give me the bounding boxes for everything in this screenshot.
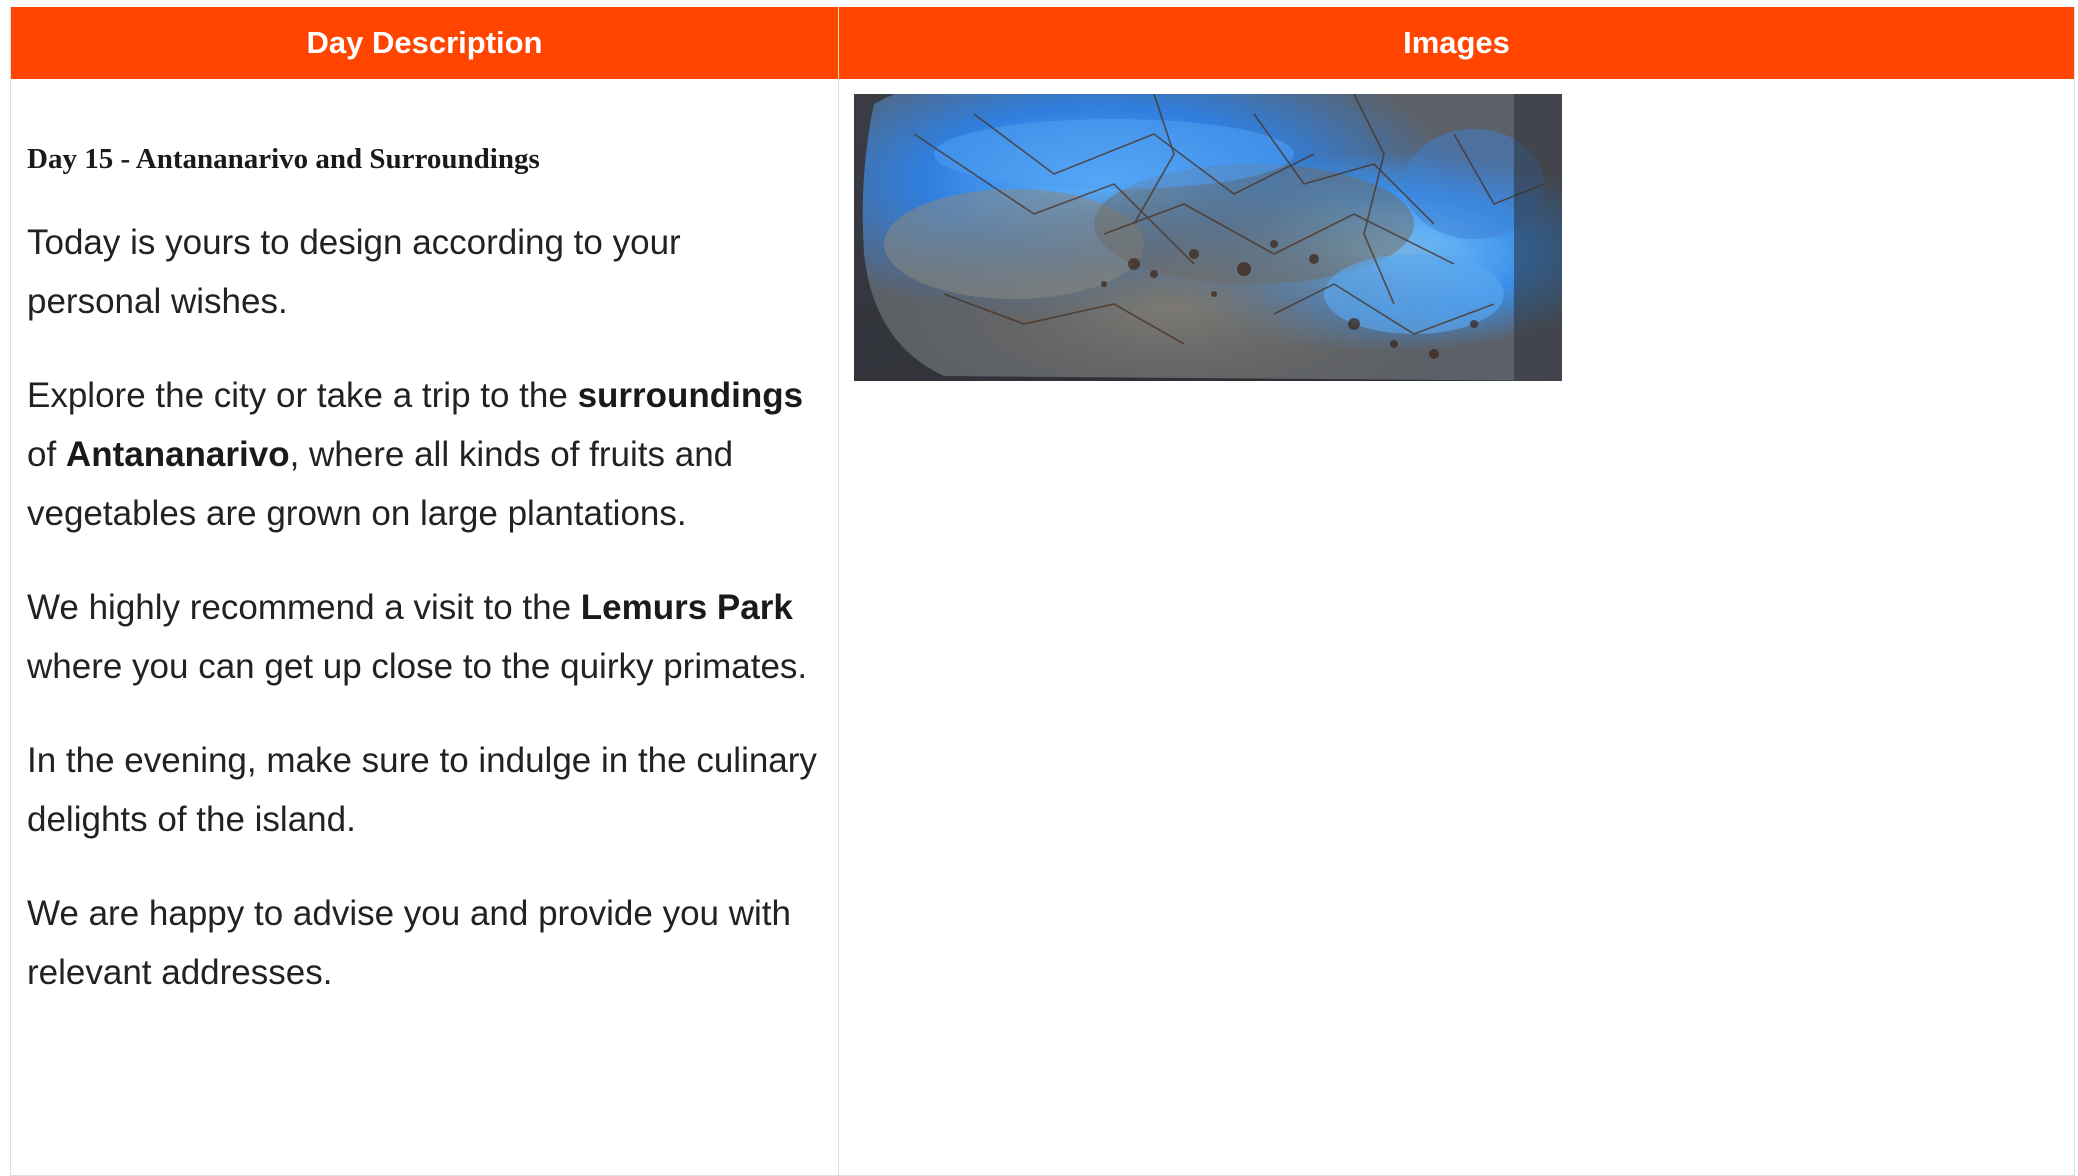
paragraph-text: We highly recommend a visit to the — [27, 588, 581, 627]
day-heading: Day 15 - Antananarivo and Surroundings — [27, 143, 540, 175]
paragraph-text: Explore the city or take a trip to the — [27, 376, 578, 415]
bold-antananarivo: Antananarivo — [65, 435, 290, 474]
paragraph-text: where you can get up close to the quirky… — [27, 647, 808, 686]
images-cell — [838, 79, 2075, 1176]
table-header-row: Day Description Images — [10, 7, 2075, 79]
paragraph-text: of — [27, 435, 66, 474]
itinerary-table: Day Description Images Day 15 - Antanana… — [10, 7, 2075, 1176]
description-paragraph-2: Explore the city or take a trip to the s… — [27, 366, 822, 543]
description-paragraph-4: In the evening, make sure to indulge in … — [27, 741, 817, 839]
header-day-description: Day Description — [10, 7, 839, 79]
description-cell: Day 15 - Antananarivo and Surroundings T… — [10, 79, 839, 1176]
description-paragraph-1: Today is yours to design according to yo… — [27, 223, 681, 321]
description-paragraph-3: We highly recommend a visit to the Lemur… — [27, 578, 822, 696]
table-row: Day 15 - Antananarivo and Surroundings T… — [10, 79, 2075, 1176]
bold-lemurs-park: Lemurs Park — [580, 588, 793, 627]
header-images: Images — [838, 7, 2075, 79]
description-paragraph-5: We are happy to advise you and provide y… — [27, 894, 791, 992]
bold-surroundings: surroundings — [577, 376, 804, 415]
labradorite-gemstone-photo[interactable] — [854, 94, 1562, 381]
gemstone-image — [854, 94, 1562, 381]
